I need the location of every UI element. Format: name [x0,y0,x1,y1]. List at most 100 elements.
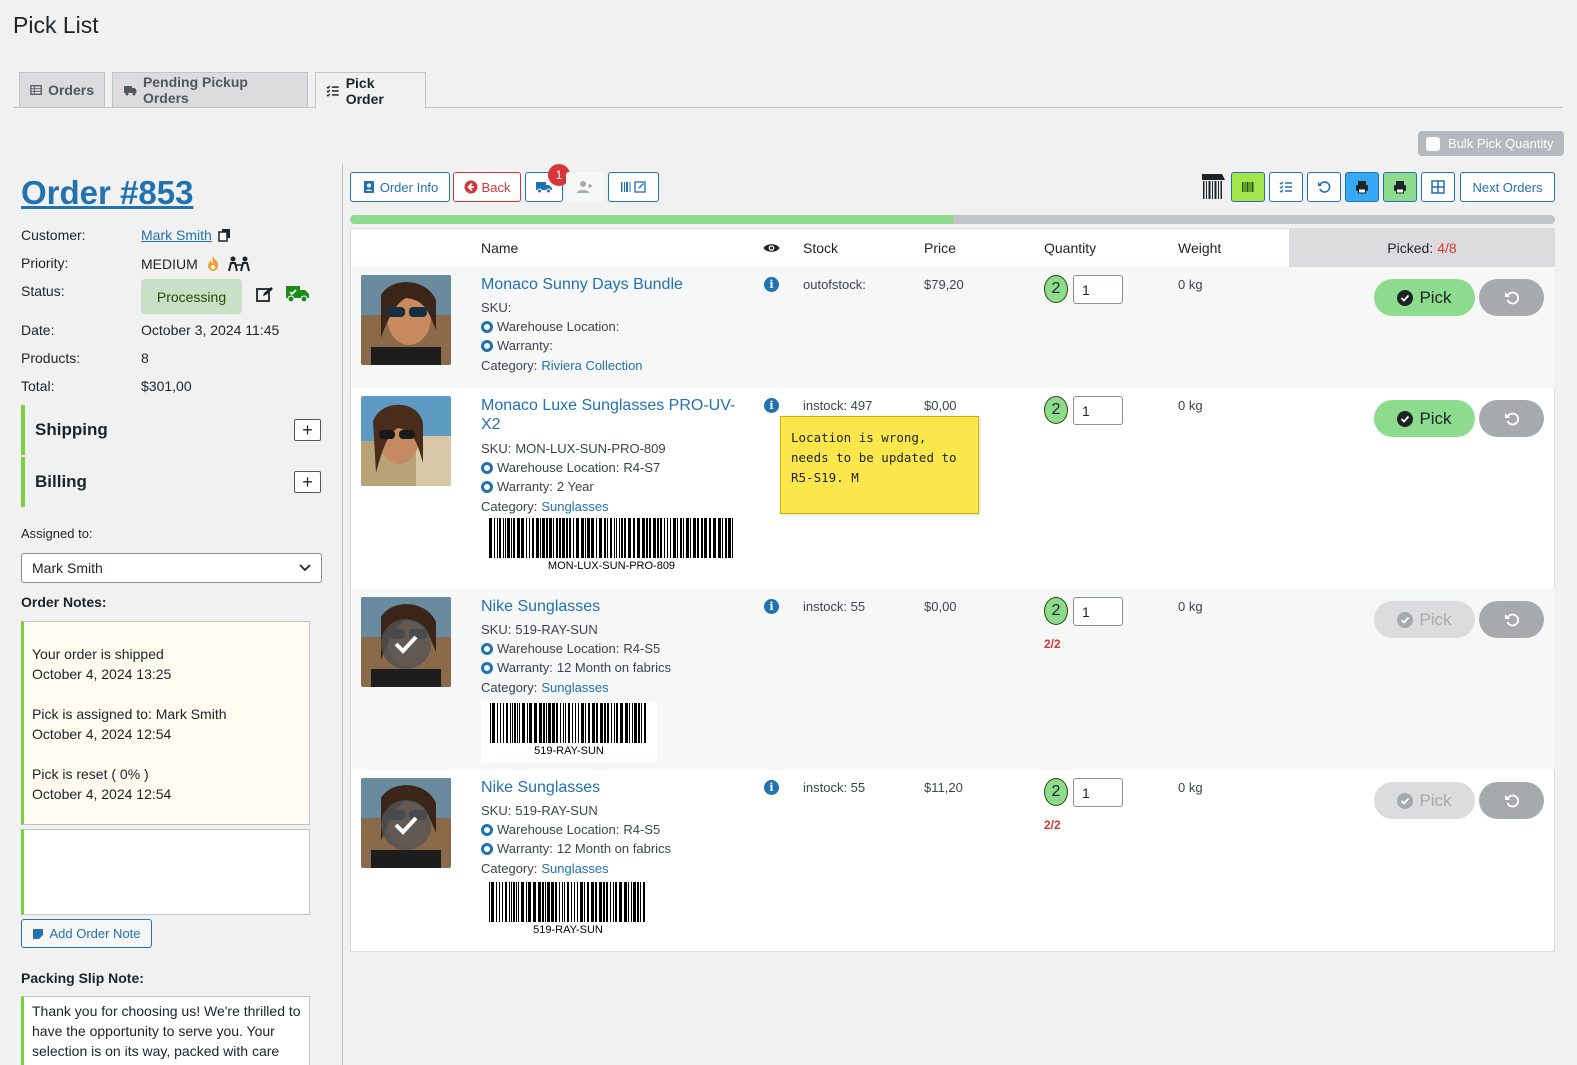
category-link[interactable]: Sunglasses [541,861,608,876]
scan-barcode-button[interactable] [1231,172,1265,202]
reset-pick-button[interactable] [1479,279,1544,316]
tab-orders[interactable]: Orders [19,72,105,108]
print-pick-list-button[interactable] [1345,172,1379,202]
location-label: Warehouse Location: [497,822,620,837]
info-icon[interactable]: i [764,599,779,614]
warranty-value: 12 Month on fabrics [556,660,672,675]
product-category: Category: Sunglasses [481,861,609,876]
people-icon[interactable] [227,256,250,272]
order-note: Pick is assigned to: Mark Smith October 4… [32,704,301,744]
product-note-sticky[interactable]: Location is wrong, needs to be updated t… [780,416,979,514]
total-value: $301,00 [141,378,192,394]
product-image[interactable] [361,778,451,868]
check-circle-icon [1397,410,1414,427]
quantity-input[interactable]: 1 [1073,275,1123,304]
category-link[interactable]: Sunglasses [541,499,608,514]
picked-label: Picked: [1387,240,1434,256]
radio-dot-icon [481,461,493,474]
info-icon[interactable]: i [764,780,779,795]
product-name-link[interactable]: Monaco Sunny Days Bundle [481,275,746,294]
reset-pick-button[interactable] [1479,782,1544,819]
assigned-select[interactable]: Mark Smith [21,553,322,583]
pick-button[interactable]: Pick [1374,782,1475,819]
print-packing-slip-button[interactable] [1383,172,1417,202]
shipping-accordion[interactable]: Shipping + [21,405,321,455]
edit-icon[interactable] [256,286,273,303]
product-warranty: Warranty: 2 Year [481,479,594,494]
reset-pick-button[interactable] [1479,400,1544,437]
eye-icon [763,244,780,252]
date-label: Date: [21,322,55,338]
category-link[interactable]: Sunglasses [541,680,608,695]
barcode-icon [1242,182,1254,192]
column-header-visibility[interactable] [763,229,780,267]
check-circle-icon [1397,611,1414,628]
barcode-scanner-icon[interactable] [1199,172,1227,202]
bulk-pick-quantity-toggle[interactable]: Bulk Pick Quantity [1418,131,1564,156]
tab-pending-pickup-orders[interactable]: Pending Pickup Orders [112,72,308,108]
category-link[interactable]: Riviera Collection [541,358,642,373]
reset-pick-button[interactable] [1479,601,1544,638]
product-image[interactable] [361,275,451,365]
page-title: Pick List [13,12,99,38]
product-name-link[interactable]: Nike Sunglasses [481,597,746,616]
product-name-link[interactable]: Nike Sunglasses [481,778,746,797]
priority-text: MEDIUM [141,255,198,272]
edit-barcode-button[interactable] [608,172,659,202]
add-order-note-button[interactable]: Add Order Note [21,919,152,948]
category-label: Category: [481,499,538,514]
location-label: Warehouse Location: [497,460,620,475]
expand-billing-button[interactable]: + [294,471,321,493]
info-icon[interactable]: i [764,277,779,292]
column-header-price: Price [924,240,956,256]
product-warranty: Warranty: 12 Month on fabrics [481,841,671,856]
address-book-icon [363,181,374,193]
packing-slip-textarea[interactable]: Thank you for choosing us! We're thrille… [21,996,310,1065]
quantity-badge: 2 [1044,275,1068,303]
grid-view-button[interactable] [1421,172,1455,202]
copy-icon[interactable] [218,228,231,242]
billing-heading: Billing [35,472,87,491]
back-button[interactable]: Back [453,172,521,202]
price-value: $0,00 [924,398,957,413]
picked-check-icon [381,800,431,850]
sku-label: SKU: [481,803,512,818]
info-icon[interactable]: i [764,398,779,413]
location-label: Warehouse Location: [497,319,620,334]
pick-button[interactable]: Pick [1374,601,1475,638]
tab-bar: Orders Pending Pickup Orders Pick Order [13,72,1563,109]
barcode-edit-icon [620,181,646,193]
category-label: Category: [481,680,538,695]
order-note: Your order is shipped October 4, 2024 13:… [32,644,301,684]
pick-button[interactable]: Pick [1374,400,1475,437]
order-title[interactable]: Order #853 [21,174,193,212]
location-value: R4-S7 [623,460,661,475]
pick-all-button[interactable] [1269,172,1303,202]
quantity-input[interactable]: 1 [1073,778,1123,807]
order-notes-label: Order Notes: [21,594,107,610]
product-image[interactable] [361,396,451,486]
billing-accordion[interactable]: Billing + [21,457,321,507]
order-info-button[interactable]: Order Info [350,172,450,202]
tab-pick-order[interactable]: Pick Order [315,72,426,109]
pick-progress-bar [350,215,1555,224]
new-order-note-textarea[interactable] [21,829,310,915]
products-value: 8 [141,350,149,366]
bulk-pick-checkbox[interactable] [1426,136,1440,151]
customer-link[interactable]: Mark Smith [141,227,212,243]
pick-button[interactable]: Pick [1374,279,1475,316]
reset-all-button[interactable] [1307,172,1341,202]
product-image[interactable] [361,597,451,687]
product-name-link[interactable]: Monaco Luxe Sunglasses PRO-UV-X2 [481,396,746,434]
barcode-text: MON-LUX-SUN-PRO-809 [547,560,676,572]
picked-check-icon [381,619,431,669]
quantity-input[interactable]: 1 [1073,597,1123,626]
column-header-name: Name [481,240,519,256]
expand-shipping-button[interactable]: + [294,419,321,441]
pick-progress-fill [350,215,953,224]
next-orders-button[interactable]: Next Orders [1460,172,1555,202]
packing-slip-label: Packing Slip Note: [21,970,144,986]
shipping-truck-icon[interactable] [286,284,310,303]
quantity-input[interactable]: 1 [1073,396,1123,425]
assign-user-button[interactable] [566,172,604,202]
